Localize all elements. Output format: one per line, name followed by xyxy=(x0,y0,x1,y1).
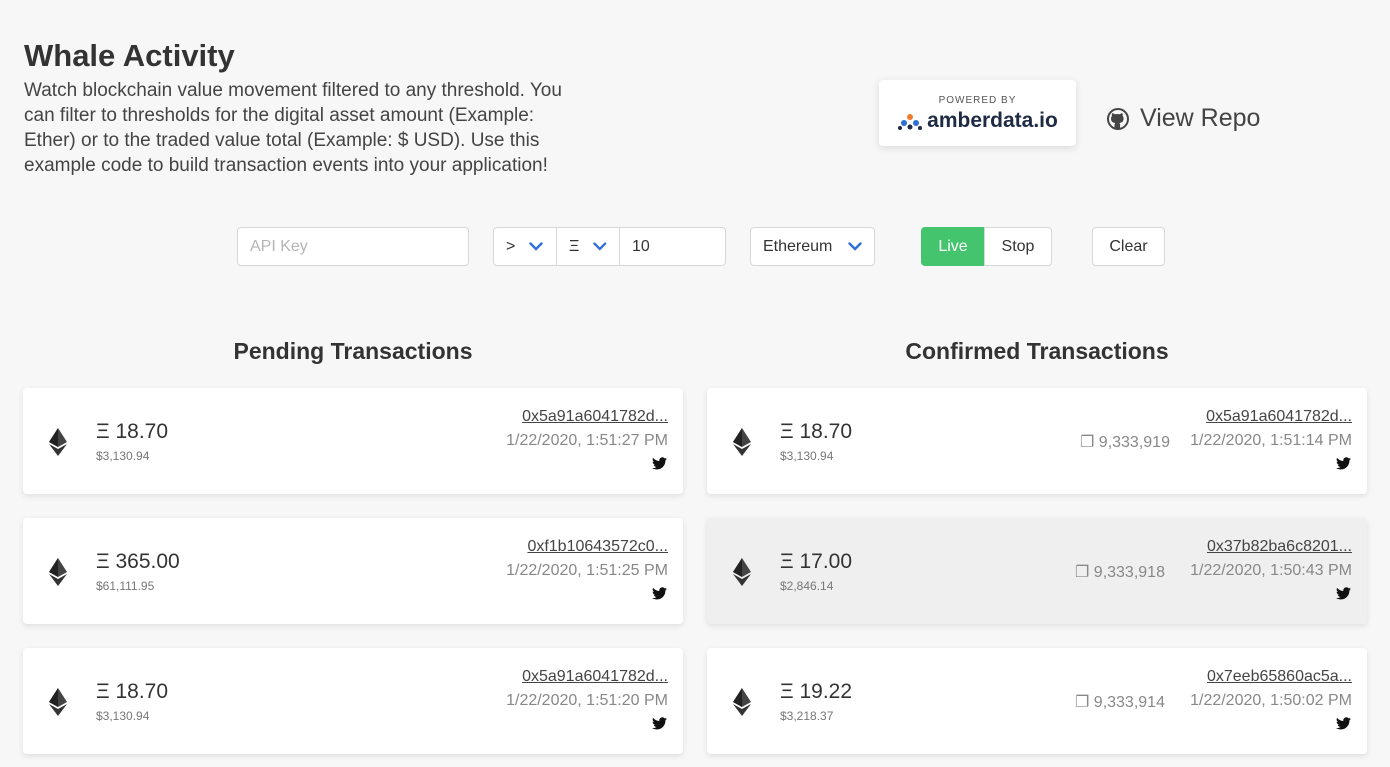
transaction-usd: $2,846.14 xyxy=(780,579,834,593)
network-value: Ethereum xyxy=(763,237,833,255)
view-repo-link[interactable]: View Repo xyxy=(1106,104,1260,133)
twitter-icon[interactable] xyxy=(652,457,667,470)
pending-transaction-card: Ξ 18.70 $3,130.94 0x5a91a6041782d... 1/2… xyxy=(23,388,683,494)
transaction-usd: $3,218.37 xyxy=(780,709,834,723)
transaction-usd: $3,130.94 xyxy=(96,449,150,463)
stop-button[interactable]: Stop xyxy=(984,227,1052,266)
block-number[interactable]: ❐ 9,333,918 xyxy=(1075,562,1165,582)
confirmed-transaction-card: Ξ 18.70 $3,130.94 0x5a91a6041782d... ❐ 9… xyxy=(707,388,1367,494)
transaction-amount: Ξ 17.00 xyxy=(780,550,853,573)
twitter-icon[interactable] xyxy=(1336,717,1351,730)
transaction-usd: $3,130.94 xyxy=(96,709,150,723)
block-number[interactable]: ❐ 9,333,914 xyxy=(1075,692,1165,712)
transaction-amount: Ξ 18.70 xyxy=(780,420,853,443)
transaction-amount: Ξ 18.70 xyxy=(96,420,169,443)
amberdata-brand-text: amberdata.io xyxy=(927,109,1058,132)
chevron-down-icon xyxy=(593,242,607,251)
unit-value: Ξ xyxy=(569,237,580,255)
powered-by-badge[interactable]: POWERED BY amberdata.io xyxy=(879,80,1076,146)
clear-button[interactable]: Clear xyxy=(1092,227,1165,266)
operator-select[interactable]: > xyxy=(493,227,557,266)
transaction-time: 1/22/2020, 1:51:14 PM xyxy=(1190,432,1352,449)
chevron-down-icon xyxy=(529,242,544,251)
confirmed-transaction-card: Ξ 17.00 $2,846.14 0x37b82ba6c8201... ❐ 9… xyxy=(707,518,1367,624)
confirmed-transaction-card: Ξ 19.22 $3,218.37 0x7eeb65860ac5a... ❐ 9… xyxy=(707,648,1367,754)
api-key-input[interactable] xyxy=(237,227,469,266)
github-icon xyxy=(1107,107,1129,130)
transaction-usd: $3,130.94 xyxy=(780,449,834,463)
twitter-icon[interactable] xyxy=(1336,457,1351,470)
chevron-down-icon xyxy=(848,242,862,251)
transaction-hash-link[interactable]: 0xf1b10643572c0... xyxy=(527,538,668,556)
amberdata-logo-icon xyxy=(898,114,923,130)
threshold-input[interactable] xyxy=(619,227,726,266)
transaction-usd: $61,111.95 xyxy=(96,579,155,593)
transaction-amount: Ξ 19.22 xyxy=(780,680,853,703)
unit-select[interactable]: Ξ xyxy=(556,227,620,266)
twitter-icon[interactable] xyxy=(652,587,667,600)
ethereum-icon xyxy=(49,688,67,716)
view-repo-label: View Repo xyxy=(1140,104,1261,132)
transaction-hash-link[interactable]: 0x5a91a6041782d... xyxy=(1206,408,1352,426)
block-number[interactable]: ❐ 9,333,919 xyxy=(1080,432,1170,452)
pending-transaction-card: Ξ 18.70 $3,130.94 0x5a91a6041782d... 1/2… xyxy=(23,648,683,754)
pending-transaction-card: Ξ 365.00 $61,111.95 0xf1b10643572c0... 1… xyxy=(23,518,683,624)
transaction-time: 1/22/2020, 1:50:02 PM xyxy=(1190,692,1352,709)
transaction-hash-link[interactable]: 0x5a91a6041782d... xyxy=(522,668,668,686)
transaction-amount: Ξ 365.00 xyxy=(96,550,180,573)
live-button[interactable]: Live xyxy=(921,227,985,266)
operator-value: > xyxy=(506,237,516,255)
confirmed-title: Confirmed Transactions xyxy=(905,338,1169,364)
twitter-icon[interactable] xyxy=(1336,587,1351,600)
pending-title: Pending Transactions xyxy=(233,338,473,364)
powered-by-label: POWERED BY xyxy=(938,95,1017,106)
ethereum-icon xyxy=(49,428,67,456)
network-select[interactable]: Ethereum xyxy=(750,227,875,266)
page-title: Whale Activity xyxy=(24,38,235,73)
ethereum-icon xyxy=(733,428,751,456)
page-description: Watch blockchain value movement filtered… xyxy=(24,80,562,176)
transaction-hash-link[interactable]: 0x37b82ba6c8201... xyxy=(1207,538,1352,556)
twitter-icon[interactable] xyxy=(652,717,667,730)
transaction-time: 1/22/2020, 1:51:20 PM xyxy=(506,692,668,709)
transaction-hash-link[interactable]: 0x5a91a6041782d... xyxy=(522,408,668,426)
ethereum-icon xyxy=(733,688,751,716)
ethereum-icon xyxy=(49,558,67,586)
transaction-time: 1/22/2020, 1:51:27 PM xyxy=(506,432,668,449)
amberdata-logo: amberdata.io xyxy=(879,109,1076,133)
transaction-time: 1/22/2020, 1:51:25 PM xyxy=(506,562,668,579)
transaction-amount: Ξ 18.70 xyxy=(96,680,169,703)
transaction-time: 1/22/2020, 1:50:43 PM xyxy=(1190,562,1352,579)
ethereum-icon xyxy=(733,558,751,586)
transaction-hash-link[interactable]: 0x7eeb65860ac5a... xyxy=(1207,668,1352,686)
